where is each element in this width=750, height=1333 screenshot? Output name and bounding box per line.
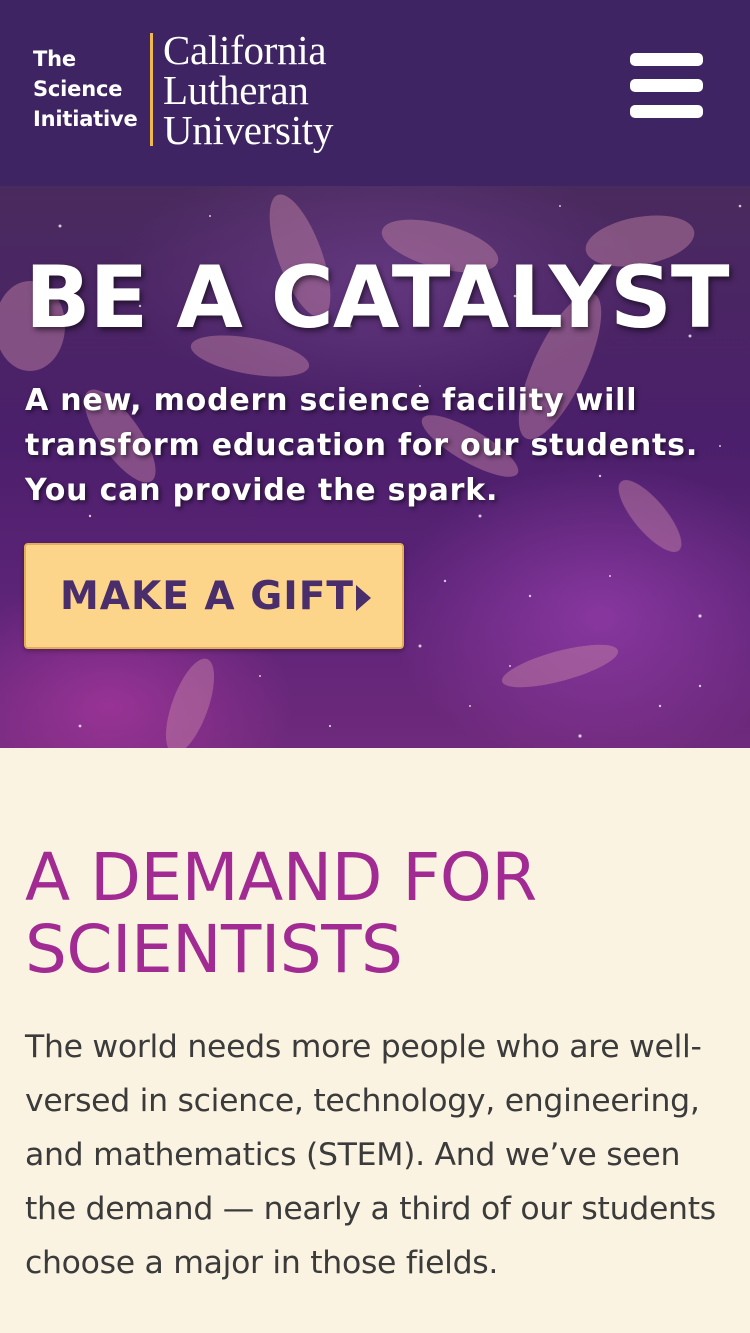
logo-right-line: California [163, 27, 327, 73]
logo-divider [150, 33, 153, 146]
hero-description: A new, modern science facility will tran… [25, 383, 699, 508]
menu-bar [630, 105, 703, 118]
hamburger-menu-icon[interactable] [626, 50, 706, 120]
section-title: A DEMAND FOR SCIENTISTS [25, 839, 537, 988]
caret-right-icon [356, 585, 371, 611]
university-logo[interactable]: California Lutheran University [163, 27, 334, 153]
hero-banner: BE A CATALYST A new, modern science faci… [0, 186, 750, 748]
logo-right-line: University [163, 107, 334, 153]
hero-title: BE A CATALYST [25, 248, 730, 348]
science-initiative-logo[interactable]: The Science Initiative [33, 44, 138, 134]
logo-left-line: Initiative [33, 107, 138, 131]
logo-left-line: Science [33, 77, 123, 101]
site-header: The Science Initiative California Luther… [0, 0, 750, 186]
menu-bar [630, 79, 703, 92]
make-a-gift-button[interactable]: MAKE A GIFT [24, 543, 404, 649]
menu-bar [630, 53, 703, 66]
section-body-text: The world needs more people who are well… [25, 1029, 716, 1281]
logo-left-line: The [33, 47, 76, 71]
logo-right-line: Lutheran [163, 67, 309, 113]
make-a-gift-label: MAKE A GIFT [60, 574, 354, 619]
